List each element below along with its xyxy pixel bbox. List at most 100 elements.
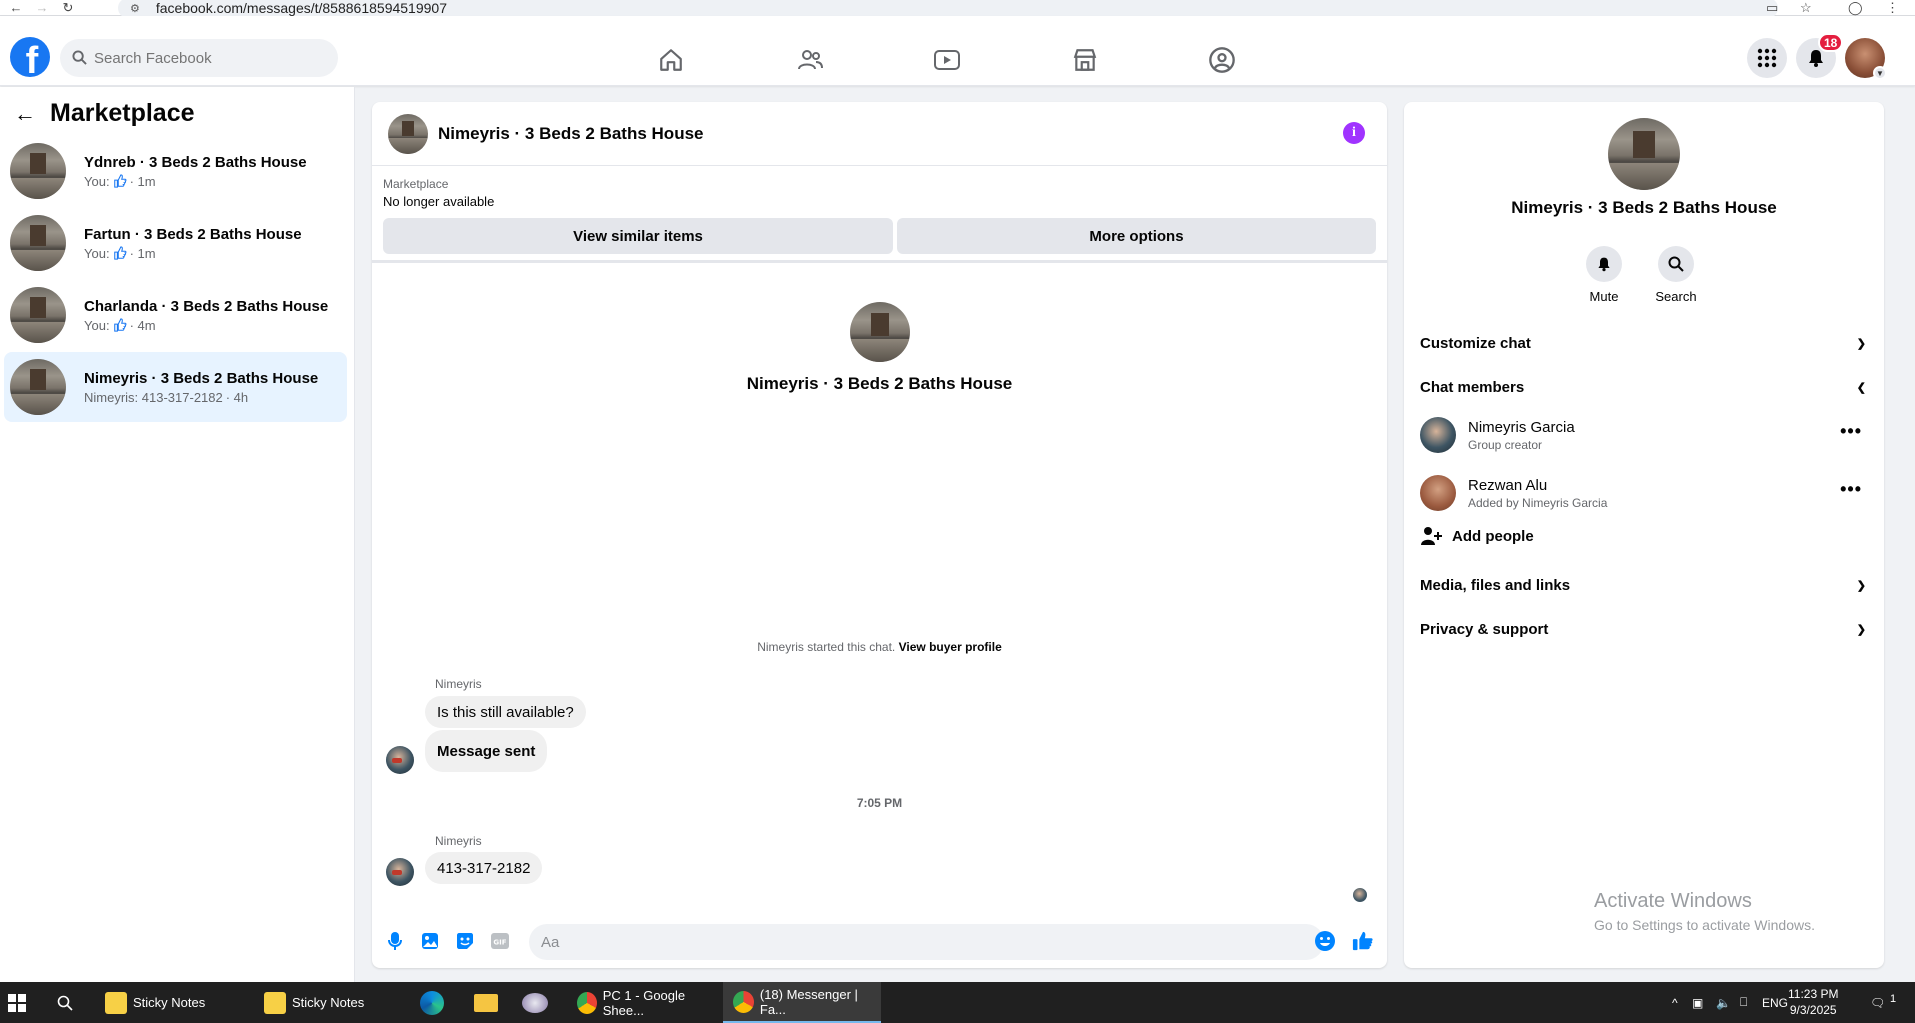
privacy-support-section[interactable]: Privacy & support ❯ xyxy=(1420,613,1870,645)
member-row[interactable]: Rezwan Alu Added by Nimeyris Garcia ••• xyxy=(1420,471,1870,515)
show-hidden-icons-icon[interactable]: ^ xyxy=(1672,982,1678,1023)
more-options-icon[interactable]: ••• xyxy=(1840,421,1862,442)
sticker-icon[interactable] xyxy=(454,930,476,952)
facebook-top-nav: f 18 ▼ xyxy=(0,16,1915,86)
view-similar-items-button[interactable]: View similar items xyxy=(383,218,893,254)
site-settings-icon[interactable]: ⚙ xyxy=(130,2,140,15)
facebook-logo[interactable]: f xyxy=(10,37,50,77)
search-icon xyxy=(72,50,87,65)
customize-chat-label: Customize chat xyxy=(1420,334,1531,352)
microphone-icon[interactable] xyxy=(384,930,406,952)
view-buyer-profile-link[interactable]: View buyer profile xyxy=(899,640,1002,654)
member-role: Added by Nimeyris Garcia xyxy=(1468,495,1608,510)
clock-date: 9/3/2025 xyxy=(1789,1003,1837,1017)
message-composer: GIF xyxy=(372,916,1387,968)
photo-icon[interactable] xyxy=(419,930,441,952)
emoji-icon[interactable] xyxy=(1314,930,1336,952)
search-facebook-box[interactable] xyxy=(60,39,338,77)
chat-started-note: Nimeyris started this chat. View buyer p… xyxy=(372,640,1387,654)
customize-chat-section[interactable]: Customize chat ❯ xyxy=(1420,327,1870,359)
bookmark-star-icon[interactable]: ☆ xyxy=(1800,0,1812,16)
conversation-time: · 4h xyxy=(225,389,249,405)
app-icon[interactable] xyxy=(522,982,548,1023)
add-person-icon xyxy=(1421,527,1442,545)
chrome-icon xyxy=(577,991,597,1014)
taskbar-clock[interactable]: 11:23 PM 9/3/2025 xyxy=(1788,986,1838,1018)
member-name: Nimeyris Garcia xyxy=(1468,418,1575,436)
listing-status: No longer available xyxy=(383,194,495,209)
marketplace-icon[interactable] xyxy=(1067,42,1103,78)
thumbs-up-icon xyxy=(113,174,126,188)
edge-browser-icon[interactable] xyxy=(420,982,444,1023)
more-options-icon[interactable]: ••• xyxy=(1840,479,1862,500)
taskbar-sticky-notes-2[interactable]: Sticky Notes xyxy=(254,982,404,1023)
file-explorer-icon[interactable] xyxy=(474,982,498,1023)
chat-avatar[interactable] xyxy=(388,113,428,154)
search-action[interactable]: Search xyxy=(1646,246,1706,304)
conversation-item[interactable]: Fartun · 3 Beds 2 Baths House You: · 1m xyxy=(4,208,347,278)
volume-icon[interactable]: 🔈 xyxy=(1716,982,1731,1023)
taskbar-search-icon[interactable] xyxy=(57,982,73,1023)
browser-back-icon[interactable]: ← xyxy=(6,0,26,16)
info-icon[interactable]: i xyxy=(1343,122,1365,144)
chrome-icon xyxy=(733,990,754,1013)
menu-grid-icon[interactable] xyxy=(1747,38,1787,78)
taskbar-google-sheets[interactable]: PC 1 - Google Shee... xyxy=(567,982,717,1023)
groups-icon[interactable] xyxy=(1204,42,1240,78)
chat-title[interactable]: Nimeyris · 3 Beds 2 Baths House xyxy=(438,124,703,144)
media-files-links-section[interactable]: Media, files and links ❯ xyxy=(1420,569,1870,601)
chat-members-section[interactable]: Chat members ❮ xyxy=(1420,371,1870,403)
sender-avatar[interactable] xyxy=(386,858,414,886)
mute-action[interactable]: Mute xyxy=(1574,246,1634,304)
search-facebook-input[interactable] xyxy=(94,49,314,67)
message-bubble[interactable]: Message sent xyxy=(425,730,548,772)
house-thumbnail xyxy=(10,287,66,343)
profile-icon[interactable]: ◯ xyxy=(1848,0,1863,16)
home-icon[interactable] xyxy=(653,42,689,78)
message-bubble[interactable]: Is this still available? xyxy=(425,696,586,728)
conversation-preview: You: xyxy=(84,317,110,333)
more-options-button[interactable]: More options xyxy=(897,218,1376,254)
conversation-preview: You: xyxy=(84,245,110,261)
install-app-icon[interactable]: ▭ xyxy=(1766,0,1778,16)
watch-video-icon[interactable] xyxy=(929,42,965,78)
chat-intro: Nimeyris · 3 Beds 2 Baths House xyxy=(372,302,1387,394)
account-avatar[interactable]: ▼ xyxy=(1845,38,1887,80)
browser-forward-icon[interactable]: → xyxy=(32,0,52,16)
conversation-preview: You: xyxy=(84,173,110,189)
chat-info-avatar xyxy=(1608,118,1680,190)
chat-info-title: Nimeyris · 3 Beds 2 Baths House xyxy=(1511,198,1777,217)
sender-avatar[interactable] xyxy=(386,746,414,774)
back-arrow-icon[interactable]: ← xyxy=(14,101,36,127)
conversation-item[interactable]: Charlanda · 3 Beds 2 Baths House You: · … xyxy=(4,280,347,350)
taskbar-item-label: PC 1 - Google Shee... xyxy=(602,987,686,1018)
action-center-icon[interactable]: 🗨 xyxy=(1870,982,1885,1023)
sender-name: Nimeyris xyxy=(435,677,482,691)
taskbar-sticky-notes-1[interactable]: Sticky Notes xyxy=(95,982,245,1023)
add-people-button[interactable]: Add people xyxy=(1420,526,1534,546)
browser-reload-icon[interactable]: ↻ xyxy=(58,0,78,16)
taskbar-item-label: Sticky Notes xyxy=(133,995,206,1010)
conversation-item[interactable]: Ydnreb · 3 Beds 2 Baths House You: · 1m xyxy=(4,136,347,206)
windows-start-icon[interactable] xyxy=(8,982,26,1023)
chevron-down-icon: ❯ xyxy=(1856,623,1866,636)
notifications-badge: 18 xyxy=(1818,33,1844,52)
thumbs-up-send-icon[interactable] xyxy=(1352,930,1374,952)
watermark-line2: Go to Settings to activate Windows. xyxy=(1594,917,1815,933)
friends-icon[interactable] xyxy=(792,42,828,78)
gif-icon[interactable]: GIF xyxy=(489,930,511,952)
app-cloud-icon xyxy=(522,992,548,1013)
display-icon[interactable]: ⎕ xyxy=(1740,982,1747,1023)
thumbs-up-icon xyxy=(113,246,126,260)
read-receipt-avatar xyxy=(1353,888,1367,902)
network-icon[interactable]: ▣ xyxy=(1692,982,1703,1023)
message-input[interactable] xyxy=(529,924,1324,960)
chat-window: Nimeyris · 3 Beds 2 Baths House i Market… xyxy=(372,102,1387,968)
taskbar-messenger[interactable]: (18) Messenger | Fa... xyxy=(723,982,881,1023)
member-row[interactable]: Nimeyris Garcia Group creator ••• xyxy=(1420,413,1870,457)
conversation-item-active[interactable]: Nimeyris · 3 Beds 2 Baths House Nimeyris… xyxy=(4,352,347,422)
browser-menu-icon[interactable]: ⋮ xyxy=(1886,0,1899,16)
started-text: Nimeyris started this chat. xyxy=(757,640,896,654)
language-indicator[interactable]: ENG xyxy=(1762,982,1788,1023)
message-bubble[interactable]: 413-317-2182 xyxy=(425,852,543,884)
